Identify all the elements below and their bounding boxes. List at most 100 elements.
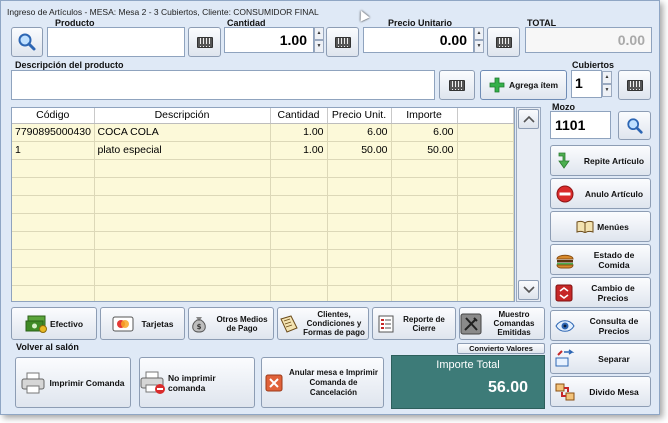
- table-cell[interactable]: 6.00: [391, 123, 458, 142]
- table-cell[interactable]: [94, 231, 271, 250]
- table-cell[interactable]: [12, 195, 95, 214]
- table-cell[interactable]: [270, 267, 328, 286]
- table-cell[interactable]: [327, 213, 392, 232]
- spin-down-icon[interactable]: ▼: [474, 40, 484, 53]
- precio-keyboard-button[interactable]: [487, 27, 520, 57]
- table-cell[interactable]: [12, 159, 95, 178]
- table-cell[interactable]: [327, 177, 392, 196]
- estado-comida-button[interactable]: Estado de Comida: [550, 244, 651, 275]
- table-cell[interactable]: [327, 195, 392, 214]
- cantidad-input[interactable]: 1.00: [224, 27, 314, 53]
- table-cell[interactable]: [327, 231, 392, 250]
- cantidad-keyboard-button[interactable]: [326, 27, 359, 57]
- cantidad-spinner[interactable]: ▲ ▼: [314, 27, 324, 53]
- table-cell[interactable]: 50.00: [391, 141, 458, 160]
- spin-up-icon[interactable]: ▲: [314, 27, 324, 40]
- table-cell[interactable]: COCA COLA: [94, 123, 271, 142]
- efectivo-button[interactable]: Efectivo: [11, 307, 97, 340]
- separar-button[interactable]: Separar: [550, 343, 651, 374]
- table-cell[interactable]: [327, 159, 392, 178]
- table-cell[interactable]: [12, 177, 95, 196]
- table-cell[interactable]: [391, 213, 458, 232]
- table-cell[interactable]: [391, 267, 458, 286]
- precio-unitario-input[interactable]: 0.00: [363, 27, 474, 53]
- table-cell[interactable]: 1.00: [270, 123, 328, 142]
- table-cell[interactable]: [270, 231, 328, 250]
- descripcion-input[interactable]: [11, 70, 435, 100]
- table-cell[interactable]: [94, 267, 271, 286]
- table-row[interactable]: [12, 285, 514, 301]
- clientes-button[interactable]: Clientes, Condiciones y Formas de pago: [277, 307, 369, 340]
- cubiertos-keyboard-button[interactable]: [618, 70, 651, 100]
- table-row[interactable]: [12, 249, 514, 268]
- anular-mesa-button[interactable]: Anular mesa e Imprimir Comanda de Cancel…: [261, 357, 384, 408]
- table-cell[interactable]: [327, 249, 392, 268]
- table-cell[interactable]: [457, 285, 514, 301]
- convierto-valores-button[interactable]: Convierto Valores: [457, 343, 545, 354]
- table-cell[interactable]: [457, 123, 514, 142]
- col-descripcion[interactable]: Descripción: [94, 108, 271, 124]
- table-cell[interactable]: [457, 231, 514, 250]
- table-row[interactable]: [12, 267, 514, 286]
- table-cell[interactable]: 1.00: [270, 141, 328, 160]
- search-product-button[interactable]: [11, 27, 43, 57]
- reporte-cierre-button[interactable]: Reporte de Cierre: [372, 307, 456, 340]
- table-cell[interactable]: [327, 285, 392, 301]
- otros-medios-button[interactable]: $ Otros Medios de Pago: [188, 307, 274, 340]
- table-cell[interactable]: [270, 213, 328, 232]
- agrega-item-button[interactable]: Agrega ítem: [480, 70, 567, 100]
- table-cell[interactable]: [270, 159, 328, 178]
- table-cell[interactable]: [457, 267, 514, 286]
- table-cell[interactable]: [94, 249, 271, 268]
- table-cell[interactable]: [457, 213, 514, 232]
- table-cell[interactable]: 1: [12, 141, 95, 160]
- table-cell[interactable]: [12, 231, 95, 250]
- table-row[interactable]: [12, 177, 514, 196]
- consulta-precios-button[interactable]: Consulta de Precios: [550, 310, 651, 341]
- scroll-down-button[interactable]: [518, 280, 539, 300]
- muestro-comandas-button[interactable]: Muestro Comandas Emitidas: [459, 307, 545, 340]
- table-cell[interactable]: [457, 177, 514, 196]
- menues-button[interactable]: Menúes: [550, 211, 651, 242]
- col-cantidad[interactable]: Cantidad: [270, 108, 328, 124]
- table-cell[interactable]: [457, 141, 514, 160]
- repite-articulo-button[interactable]: Repite Artículo: [550, 145, 651, 176]
- table-cell[interactable]: 50.00: [327, 141, 392, 160]
- table-cell[interactable]: [391, 285, 458, 301]
- table-cell[interactable]: [12, 285, 95, 301]
- spin-down-icon[interactable]: ▼: [314, 40, 324, 53]
- table-cell[interactable]: plato especial: [94, 141, 271, 160]
- table-cell[interactable]: 7790895000430: [12, 123, 95, 142]
- no-imprimir-button[interactable]: No imprimir comanda: [139, 357, 255, 408]
- table-cell[interactable]: [12, 249, 95, 268]
- table-cell[interactable]: [270, 195, 328, 214]
- table-cell[interactable]: [12, 267, 95, 286]
- volver-salon-label[interactable]: Volver al salón: [16, 342, 79, 352]
- table-row[interactable]: [12, 195, 514, 214]
- table-cell[interactable]: [94, 159, 271, 178]
- table-cell[interactable]: [391, 177, 458, 196]
- precio-spinner[interactable]: ▲ ▼: [474, 27, 484, 53]
- table-cell[interactable]: [391, 249, 458, 268]
- divido-mesa-button[interactable]: Divido Mesa: [550, 376, 651, 407]
- table-cell[interactable]: [270, 285, 328, 301]
- producto-input[interactable]: [47, 27, 185, 57]
- table-scrollbar[interactable]: [516, 107, 541, 302]
- table-cell[interactable]: [327, 267, 392, 286]
- cubiertos-spinner[interactable]: ▲ ▼: [602, 71, 612, 97]
- table-cell[interactable]: [94, 195, 271, 214]
- col-codigo[interactable]: Código: [12, 108, 95, 124]
- spin-up-icon[interactable]: ▲: [474, 27, 484, 40]
- descripcion-keyboard-button[interactable]: [439, 70, 475, 100]
- mozo-input[interactable]: 1101: [550, 111, 611, 139]
- spin-down-icon[interactable]: ▼: [602, 84, 612, 97]
- table-cell[interactable]: [457, 195, 514, 214]
- table-cell[interactable]: [270, 177, 328, 196]
- table-cell[interactable]: [391, 159, 458, 178]
- table-row[interactable]: 7790895000430 COCA COLA 1.00 6.00 6.00: [12, 123, 514, 142]
- cambio-precios-button[interactable]: Cambio de Precios: [550, 277, 651, 308]
- col-precio-unit[interactable]: Precio Unit.: [327, 108, 392, 124]
- tarjetas-button[interactable]: Tarjetas: [100, 307, 185, 340]
- table-row[interactable]: [12, 231, 514, 250]
- producto-keyboard-button[interactable]: [188, 27, 221, 57]
